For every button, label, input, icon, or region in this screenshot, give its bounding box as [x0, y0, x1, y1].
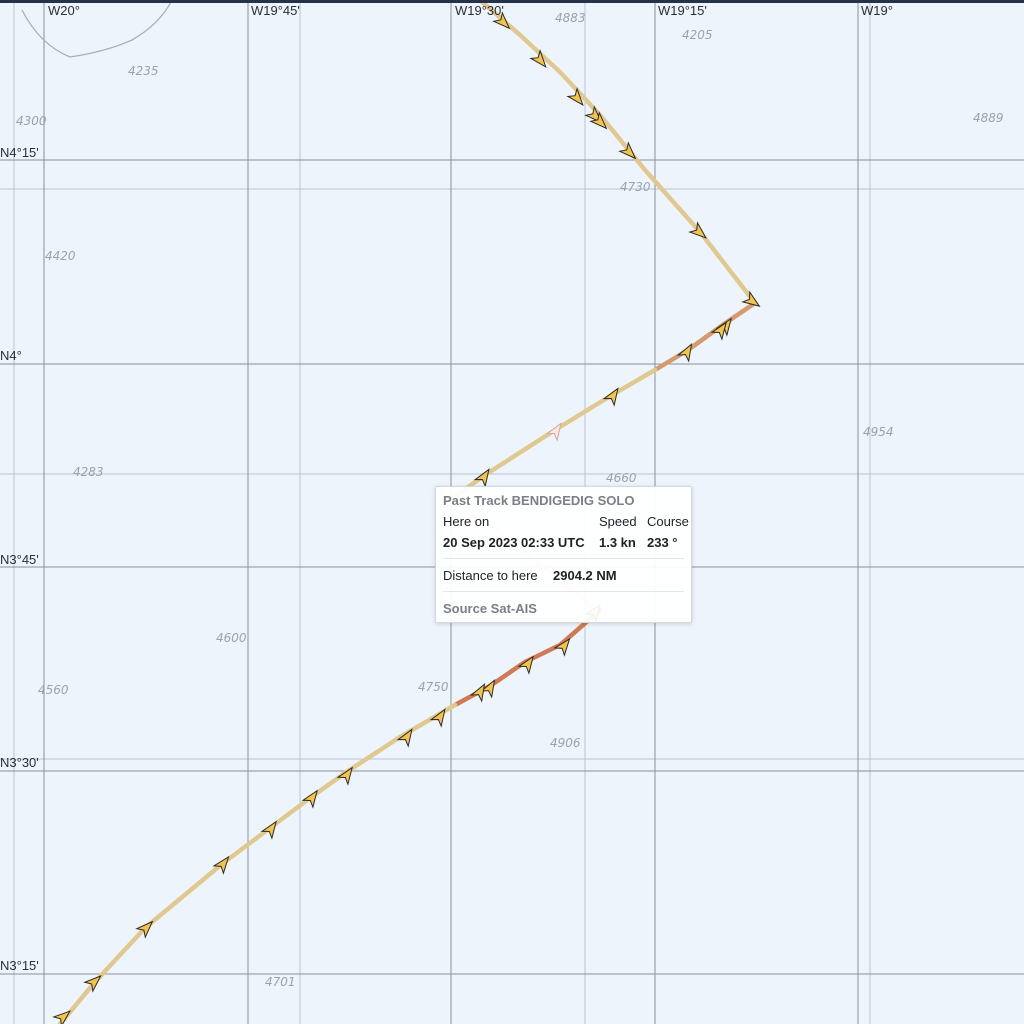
depth-sounding: 4954: [863, 425, 894, 439]
latitude-label: N3°45': [0, 552, 39, 567]
longitude-label: W19°45': [251, 3, 300, 18]
track-info-popup[interactable]: Past Track BENDIGEDIG SOLO Here on Speed…: [435, 486, 692, 623]
depth-sounding: 4235: [128, 64, 159, 78]
longitude-label: W19°15': [658, 3, 707, 18]
latitude-label: N4°15': [0, 145, 39, 160]
latitude-label: N3°30': [0, 755, 39, 770]
latitude-label: N4°: [0, 348, 22, 363]
longitude-label: W19°: [861, 3, 893, 18]
longitude-label: W20°: [48, 3, 80, 18]
depth-sounding: 4883: [555, 11, 586, 25]
popup-divider: [443, 558, 684, 559]
popup-divider: [443, 591, 684, 592]
course-label: Course: [647, 514, 689, 529]
speed-label: Speed: [599, 514, 637, 529]
distance-label: Distance to here: [443, 568, 538, 583]
depth-sounding: 4300: [16, 114, 47, 128]
popup-title: Past Track BENDIGEDIG SOLO: [443, 493, 635, 508]
position-datetime: 20 Sep 2023 02:33 UTC: [443, 535, 585, 550]
depth-sounding: 4560: [38, 683, 69, 697]
depth-sounding: 4420: [45, 249, 76, 263]
source-label: Source Sat-AIS: [443, 601, 537, 616]
depth-sounding: 4600: [216, 631, 247, 645]
depth-sounding: 4889: [973, 111, 1004, 125]
depth-sounding: 4660: [606, 471, 637, 485]
speed-value: 1.3 kn: [599, 535, 636, 550]
here-on-label: Here on: [443, 514, 490, 529]
depth-sounding: 4701: [265, 975, 296, 989]
depth-sounding: 4906: [550, 736, 581, 750]
course-value: 233 °: [647, 535, 678, 550]
depth-sounding: 4283: [73, 465, 104, 479]
depth-sounding: 4205: [682, 28, 713, 42]
distance-value: 2904.2 NM: [553, 568, 617, 583]
latitude-label: N3°15': [0, 958, 39, 973]
map-canvas[interactable]: W20° W19°45' W19°30' W19°15' W19° N4°15'…: [0, 0, 1024, 1024]
depth-sounding: 4730: [620, 180, 651, 194]
depth-sounding: 4750: [418, 680, 449, 694]
longitude-label: W19°30': [455, 3, 504, 18]
map-top-border: [0, 0, 1024, 3]
